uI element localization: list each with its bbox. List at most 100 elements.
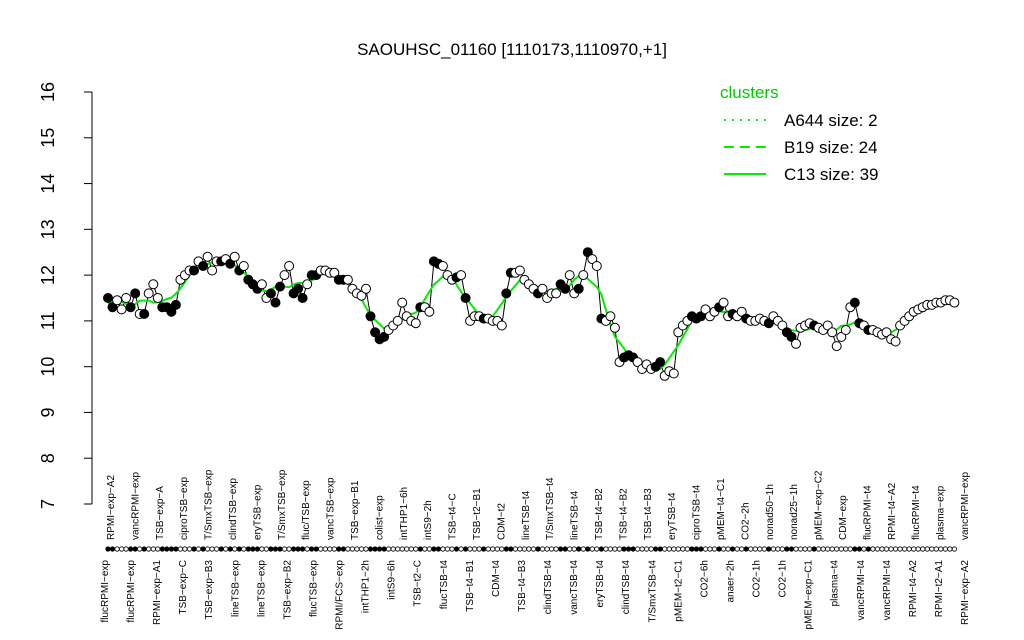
rug-mark (268, 546, 274, 552)
rug-mark (458, 546, 464, 552)
rug-mark (286, 546, 292, 552)
rug-mark (299, 546, 306, 552)
rug-mark (625, 546, 632, 552)
rug-mark (680, 546, 686, 552)
rug-mark (671, 546, 677, 552)
rug-mark (883, 546, 890, 552)
x-label-bottom: CO2−6h (699, 560, 710, 598)
rug-mark (168, 546, 174, 552)
rug-mark (911, 546, 917, 552)
rug-mark (503, 546, 509, 552)
rug-mark (309, 546, 315, 552)
x-label-top: plasma−exp (936, 485, 947, 540)
rug-mark (847, 546, 853, 552)
rug-mark (793, 546, 799, 552)
rug-mark (729, 546, 736, 552)
data-point (609, 322, 620, 333)
x-label-bottom: TSB−t4−B3 (517, 560, 528, 612)
rug-mark (191, 546, 197, 552)
data-point (573, 283, 584, 294)
rug-mark (395, 546, 401, 552)
x-label-top: vancRPMI−exp (130, 471, 141, 540)
x-label-top: flucRPMI−t4 (862, 485, 873, 540)
data-point (831, 341, 842, 352)
rug-mark (576, 546, 582, 552)
rug-mark (806, 546, 813, 552)
rug-mark (720, 546, 727, 552)
rug-mark (277, 546, 283, 552)
data-point (397, 297, 408, 308)
data-point (170, 299, 181, 310)
x-label-top: TSB−t4−B2 (594, 488, 605, 540)
chart: SAOUHSC_01160 [1110173,1110970,+1] 7 8 9 10… (38, 40, 971, 630)
x-label-top: CO2−2h (740, 502, 751, 540)
rug-mark (327, 546, 333, 552)
rug-mark (653, 546, 659, 552)
x-label-bottom: TSB−t2−C (413, 560, 424, 607)
rug-mark (164, 546, 170, 552)
rug-mark (938, 546, 944, 552)
rug-mark (358, 546, 365, 552)
rug-mark (784, 546, 790, 552)
x-label-bottom: anaer−2h (725, 560, 736, 603)
data-point (238, 261, 249, 271)
rug-mark (616, 546, 623, 552)
x-label-bottom: RPMI/FCS−exp (335, 560, 346, 630)
rug-mark (232, 546, 238, 552)
data-point (342, 274, 353, 285)
rug-mark (594, 546, 600, 552)
data-point (121, 293, 132, 303)
rug-mark (218, 546, 224, 552)
rug-mark (105, 546, 111, 552)
sample-rug (105, 546, 958, 552)
rug-mark (598, 546, 605, 552)
y-tick-label: 11 (38, 312, 58, 331)
rug-mark (707, 546, 713, 552)
rug-mark (155, 546, 161, 552)
rug-mark (241, 546, 247, 552)
rug-mark (173, 546, 179, 552)
rug-mark (838, 546, 844, 552)
rug-mark (272, 546, 279, 552)
data-point (424, 306, 435, 317)
x-label-bottom: vancRPMI−t4 (882, 560, 893, 621)
rug-mark (811, 546, 817, 552)
legend-label: B19 size: 24 (784, 138, 878, 157)
rug-mark (725, 546, 731, 552)
data-point (551, 288, 562, 299)
rug-mark (743, 546, 749, 552)
rug-mark (182, 546, 188, 552)
data-point (202, 251, 213, 262)
data-point (207, 265, 218, 276)
rug-mark (892, 546, 899, 552)
x-label-top: nonad25−1h (789, 484, 800, 540)
data-point (840, 325, 851, 335)
rug-mark (698, 546, 704, 552)
x-label-bottom: RPMI−exp−A1 (152, 560, 163, 625)
data-point (668, 368, 679, 379)
data-point (116, 304, 127, 315)
rug-mark (643, 546, 650, 552)
cluster-line (107, 260, 955, 371)
x-label-bottom: intTHP1−2h (361, 560, 372, 613)
rug-mark (630, 546, 636, 552)
rug-mark (440, 546, 446, 552)
rug-mark (924, 546, 930, 552)
rug-mark (354, 546, 360, 552)
rug-mark (612, 546, 618, 552)
data-point (125, 302, 136, 313)
x-label-top: CDM−t2 (496, 503, 507, 540)
rug-mark (879, 546, 885, 552)
x-label-bottom: T/SmxTSB−t4 (647, 560, 658, 623)
data-point (139, 309, 150, 319)
rug-mark (843, 546, 849, 552)
x-label-bottom: TSB−exp−B3 (204, 560, 215, 620)
rug-mark (205, 546, 211, 552)
x-label-bottom: flucTSB−t4 (439, 560, 450, 610)
x-label-bottom: intS9−6h (387, 560, 398, 600)
rug-mark (367, 546, 374, 552)
rug-mark (544, 546, 550, 552)
y-axis: 7 8 9 10 11 12 13 14 15 16 (38, 82, 93, 509)
y-tick-label: 9 (38, 407, 58, 417)
rug-mark (815, 546, 822, 552)
